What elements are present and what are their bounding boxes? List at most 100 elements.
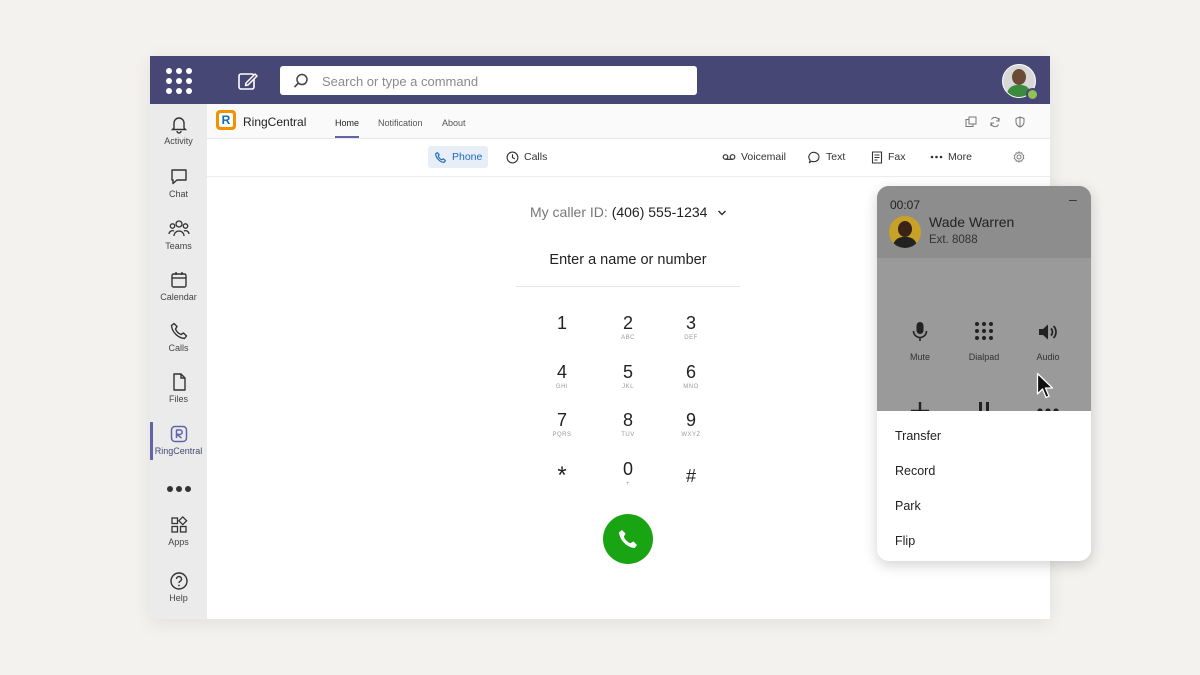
add-call-button[interactable] [905, 398, 935, 411]
key-number: * [557, 462, 567, 489]
more-apps-icon[interactable] [167, 486, 191, 492]
message-icon [808, 151, 820, 163]
dialpad-key-3[interactable]: 3 DEF [666, 313, 716, 341]
rail-label-files: Files [168, 394, 188, 404]
menu-item-park[interactable]: Park [895, 499, 921, 513]
chat-icon [170, 169, 187, 185]
dialpad-key-2[interactable]: 2 ABC [603, 313, 653, 341]
popout-icon[interactable] [965, 116, 977, 128]
key-letters: PQRS [552, 432, 572, 438]
key-letters: + [625, 481, 630, 487]
call-controls-panel: 00:07 – Wade Warren Ext. 8088 Mute Dialp… [877, 186, 1091, 411]
key-letters: JKL [622, 384, 634, 390]
top-bar: Search or type a command [150, 56, 1050, 104]
dialpad-key-6[interactable]: 6 MNO [666, 362, 716, 390]
phone-subnav: Phone Calls Voicemail Text Fax More [207, 138, 1050, 177]
app-launcher-icon[interactable] [164, 66, 194, 96]
subtab-voicemail-label: Voicemail [741, 151, 786, 163]
key-number: 9 [685, 410, 696, 430]
refresh-icon[interactable] [989, 116, 1001, 128]
caller-id-selector[interactable]: My caller ID: (406) 555-1234 [530, 204, 727, 220]
settings-gear-icon[interactable] [1013, 151, 1025, 163]
key-letters: MNO [683, 384, 699, 390]
rail-label-apps: Apps [168, 537, 189, 547]
left-rail: Activity Chat Teams Calendar Calls Files… [150, 104, 207, 619]
rail-item-activity[interactable]: Activity [150, 114, 207, 146]
phone-icon [619, 530, 637, 548]
tab-home[interactable]: Home [335, 118, 359, 128]
dialpad-key-7[interactable]: 7 PQRS [537, 410, 587, 438]
call-timer: 00:07 [890, 198, 921, 212]
number-input[interactable]: Enter a name or number [516, 252, 740, 268]
subtab-phone[interactable]: Phone [428, 146, 489, 168]
caller-id-value: (406) 555-1234 [611, 204, 708, 220]
search-input[interactable]: Search or type a command [280, 66, 697, 95]
tab-notification[interactable]: Notification [378, 118, 423, 128]
tab-about[interactable]: About [442, 118, 466, 128]
menu-item-flip[interactable]: Flip [895, 534, 915, 548]
key-letters: GHI [555, 384, 569, 390]
search-icon [293, 73, 308, 88]
caller-id-label: My caller ID: [530, 204, 608, 220]
key-letters: WXYZ [681, 432, 701, 438]
dialpad-key-star[interactable]: * [537, 462, 587, 489]
mute-label: Mute [909, 352, 930, 362]
rail-item-files[interactable]: Files [150, 372, 207, 404]
subtab-voicemail[interactable]: Voicemail [716, 146, 792, 168]
rail-item-teams[interactable]: Teams [150, 219, 207, 251]
caller-avatar [889, 216, 921, 248]
compose-icon[interactable] [237, 70, 259, 92]
rail-label-activity: Activity [164, 136, 193, 146]
dialpad-key-9[interactable]: 9 WXYZ [666, 410, 716, 438]
rail-item-help[interactable]: Help [150, 571, 207, 603]
key-number: 6 [685, 362, 696, 382]
key-letters: DEF [684, 335, 698, 341]
minimize-button[interactable]: – [1069, 191, 1077, 207]
audio-button[interactable]: Audio [1021, 320, 1075, 362]
subtab-fax[interactable]: Fax [865, 146, 912, 168]
phone-icon [435, 151, 446, 163]
rail-item-ringcentral[interactable]: RingCentral [150, 424, 207, 456]
key-letters: ABC [621, 335, 635, 341]
speaker-icon [1039, 324, 1057, 340]
pause-icon [979, 402, 989, 411]
key-number: 0 [622, 459, 633, 479]
chevron-down-icon [718, 210, 727, 216]
menu-item-record[interactable]: Record [895, 464, 935, 478]
dialpad-icon [975, 322, 993, 340]
bell-icon [170, 117, 187, 134]
rail-item-chat[interactable]: Chat [150, 167, 207, 199]
subtab-calls[interactable]: Calls [500, 146, 553, 168]
dialpad-button[interactable]: Dialpad [957, 320, 1011, 362]
shield-icon[interactable] [1014, 116, 1026, 128]
subtab-phone-label: Phone [452, 151, 483, 163]
microphone-icon [912, 322, 928, 341]
dialpad-key-5[interactable]: 5 JKL [603, 362, 653, 390]
dialpad-key-8[interactable]: 8 TUV [603, 410, 653, 438]
dialpad-key-1[interactable]: 1 [537, 313, 587, 335]
dialpad-key-0[interactable]: 0 + [603, 459, 653, 487]
hold-button[interactable] [969, 398, 999, 411]
mouse-cursor-icon [1036, 372, 1054, 399]
rail-label-teams: Teams [165, 241, 192, 251]
rail-item-calendar[interactable]: Calendar [150, 270, 207, 302]
dialpad-key-4[interactable]: 4 GHI [537, 362, 587, 390]
mute-button[interactable]: Mute [893, 320, 947, 362]
call-button[interactable] [603, 514, 653, 564]
rail-item-apps[interactable]: Apps [150, 515, 207, 547]
file-icon [172, 373, 186, 391]
subtab-text[interactable]: Text [802, 146, 851, 168]
rail-label-calendar: Calendar [160, 292, 197, 302]
ringcentral-logo-icon: R [216, 110, 236, 130]
menu-item-transfer[interactable]: Transfer [895, 429, 941, 443]
call-header: 00:07 – Wade Warren Ext. 8088 [877, 186, 1091, 258]
subtab-more-label: More [948, 151, 972, 163]
subtab-more[interactable]: More [924, 146, 978, 168]
help-icon [169, 572, 188, 590]
dialpad-key-hash[interactable]: # [666, 466, 716, 486]
audio-label: Audio [1036, 352, 1060, 362]
subtab-text-label: Text [826, 151, 846, 163]
rail-item-calls[interactable]: Calls [150, 321, 207, 353]
app-header: R RingCentral Home Notification About [207, 104, 1050, 139]
key-number: 8 [622, 410, 633, 430]
